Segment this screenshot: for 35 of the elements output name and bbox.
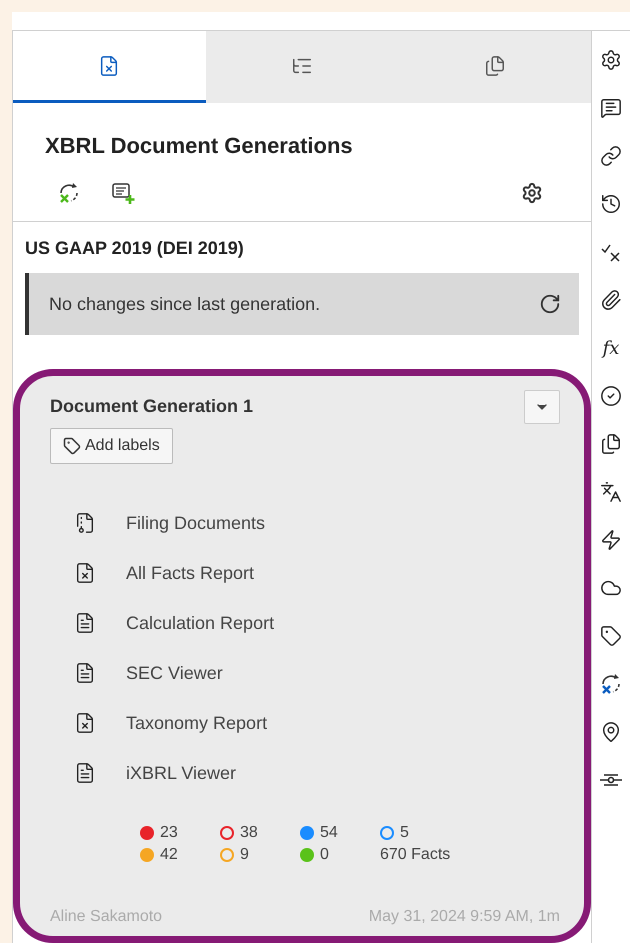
check-circle-button[interactable]: [598, 383, 624, 409]
count: 9: [240, 846, 249, 864]
count: 42: [160, 846, 178, 864]
document-icon: [74, 762, 96, 784]
refresh-icon[interactable]: [539, 293, 561, 315]
x-file-icon: [74, 712, 96, 734]
translate-button[interactable]: [598, 479, 624, 505]
document-icon: [74, 662, 96, 684]
output-link[interactable]: SEC Viewer: [126, 662, 223, 684]
documents-icon: [484, 54, 506, 76]
count: 54: [320, 824, 338, 842]
archive-file-icon: [74, 512, 96, 534]
output-link[interactable]: Taxonomy Report: [126, 712, 268, 734]
x-file-icon: [74, 562, 96, 584]
output-link[interactable]: Filing Documents: [126, 512, 266, 534]
tag-icon: [63, 437, 81, 455]
facts-count: 670 Facts: [380, 846, 450, 864]
function-button[interactable]: fx: [598, 335, 624, 361]
panel-title: XBRL Document Generations: [45, 133, 354, 159]
add-labels-button[interactable]: Add labels: [50, 428, 173, 464]
output-link[interactable]: iXBRL Viewer: [126, 762, 236, 784]
timestamp: May 31, 2024 9:59 AM, 1m: [368, 908, 560, 926]
count: 23: [160, 824, 178, 842]
generation-title: Document Generation 1: [50, 396, 254, 417]
tag-button[interactable]: [598, 623, 624, 649]
link-button[interactable]: [598, 143, 624, 169]
count: 0: [320, 846, 329, 864]
output-link[interactable]: Calculation Report: [126, 612, 274, 634]
count: 5: [400, 824, 409, 842]
notice-text: No changes since last generation.: [49, 294, 320, 314]
taxonomy-name: US GAAP 2019 (DEI 2019): [25, 238, 245, 259]
output-link[interactable]: All Facts Report: [126, 562, 254, 584]
document-icon: [74, 612, 96, 634]
count: 38: [240, 824, 258, 842]
author-name: Aline Sakamoto: [50, 908, 162, 926]
